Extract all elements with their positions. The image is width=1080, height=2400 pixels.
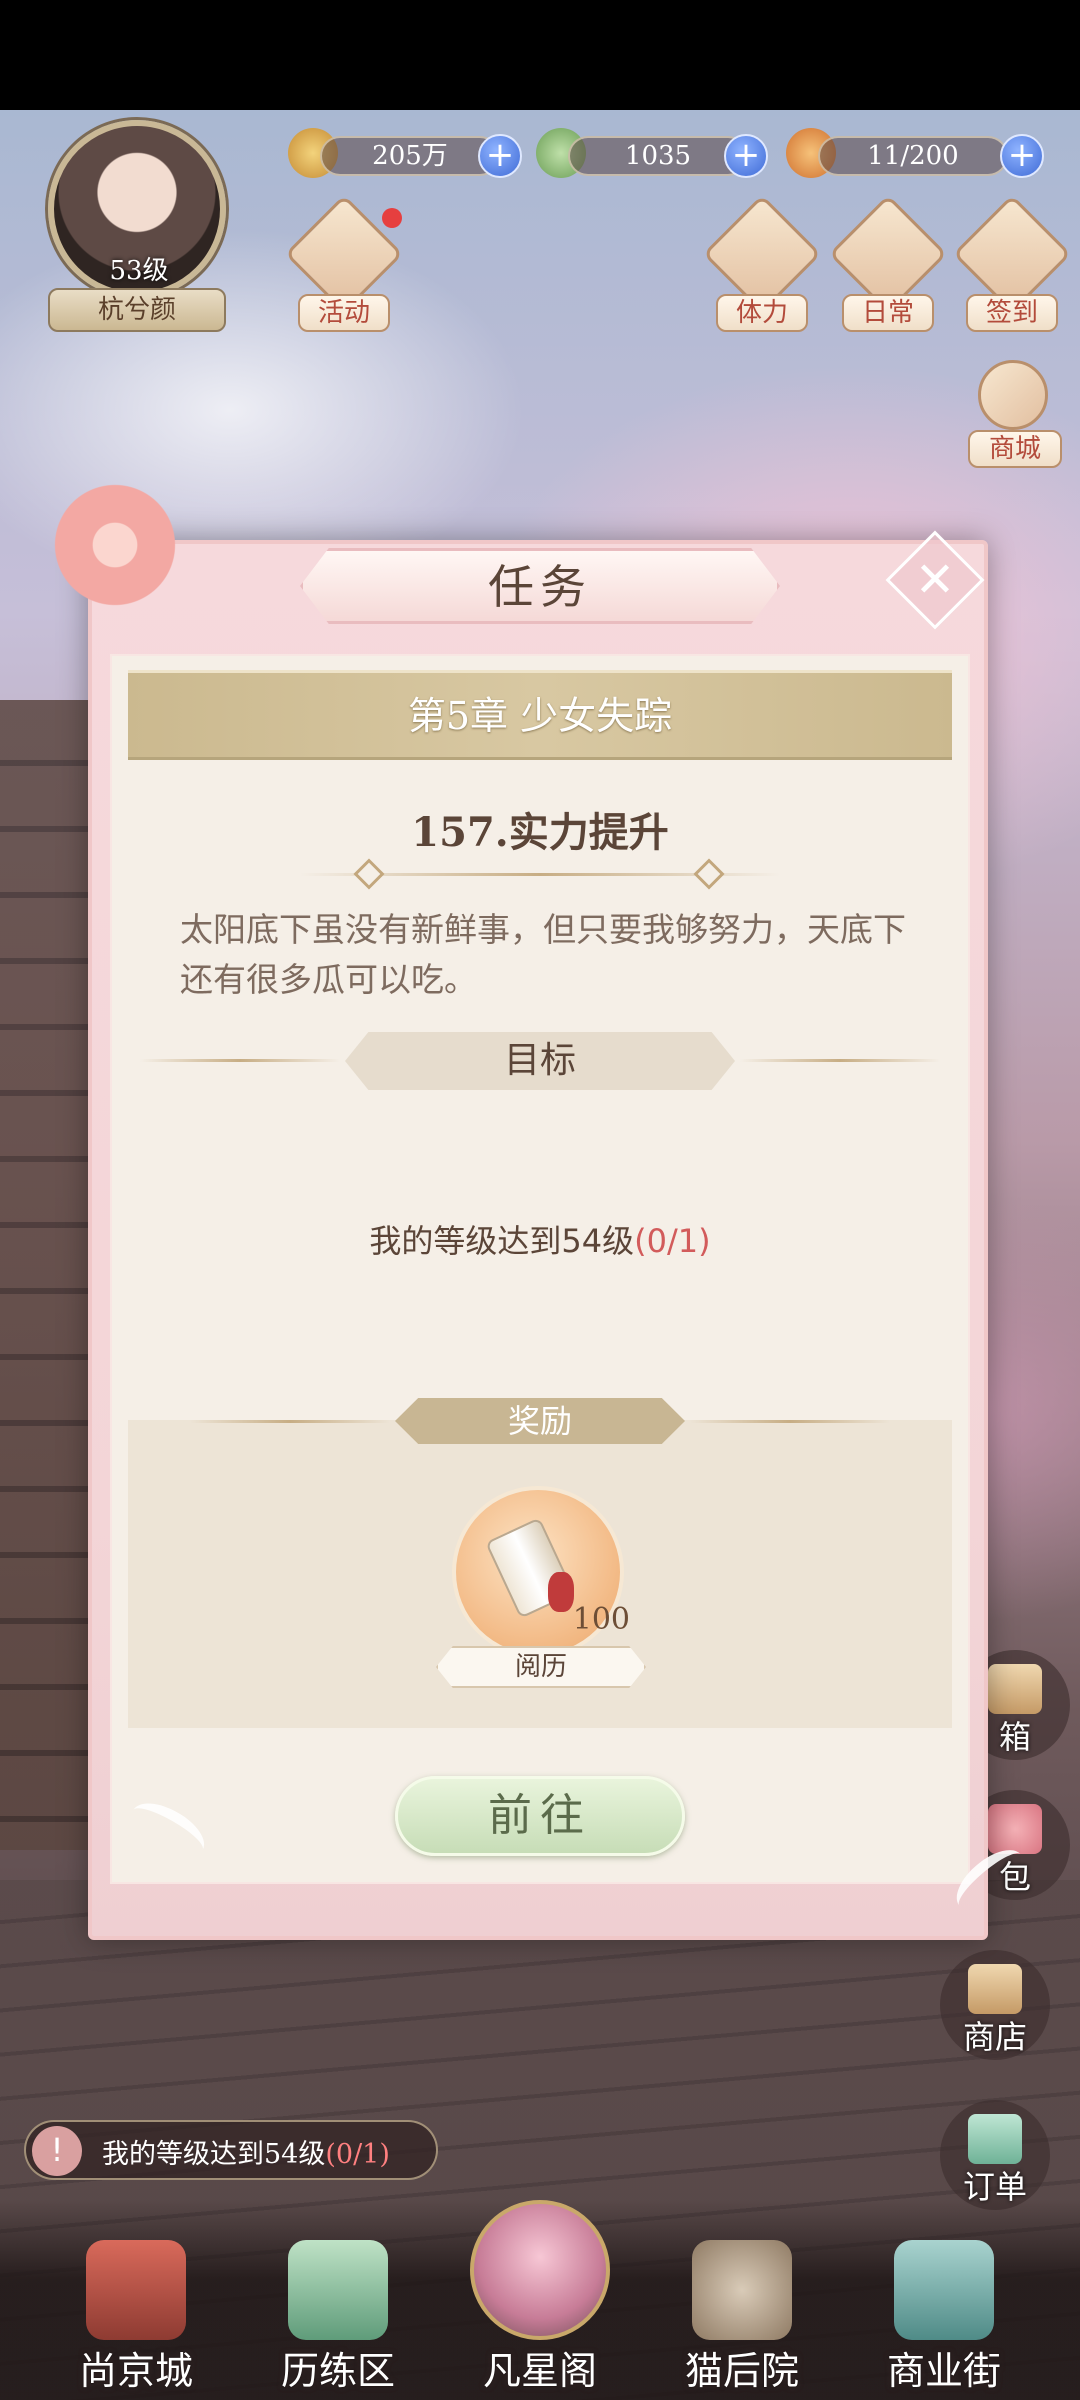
shop-label: 商城: [968, 430, 1062, 468]
activity-label: 活动: [298, 294, 390, 332]
shop-icon: [978, 360, 1048, 430]
nav-shangjing-label: 尚京城: [78, 2349, 193, 2393]
task-tracker[interactable]: ! 我的等级达到54级(0/1): [24, 2120, 438, 2180]
gate-icon: [894, 2240, 994, 2340]
notification-dot: [382, 208, 402, 228]
reward-divider-right: [690, 1420, 890, 1423]
orders-icon: [968, 2114, 1022, 2164]
checkin-button[interactable]: 签到: [952, 194, 1072, 332]
add-jade-button[interactable]: +: [724, 134, 768, 178]
tracker-text: 我的等级达到54级(0/1): [102, 2132, 390, 2171]
nav-training[interactable]: 历练区: [258, 2240, 418, 2393]
reward-name: 阅历: [436, 1646, 646, 1688]
reward-header: 奖励: [395, 1398, 685, 1444]
tracker-goal: 我的等级达到54级: [102, 2139, 326, 2170]
nav-training-label: 历练区: [280, 2349, 395, 2393]
dialog-title: 任务: [300, 548, 780, 624]
stamina-value: 11/200: [867, 141, 959, 171]
nav-market[interactable]: 商业街: [864, 2240, 1024, 2393]
orders-button[interactable]: 订单: [940, 2100, 1050, 2210]
goal-divider-left: [140, 1059, 340, 1062]
palace-icon: [86, 2240, 186, 2340]
coin-counter: 205万: [320, 136, 500, 176]
nav-cat-label: 猫后院: [684, 2349, 799, 2393]
go-button[interactable]: 前往: [395, 1776, 685, 1856]
reward-count: 100: [572, 1602, 630, 1637]
coin-value: 205万: [372, 141, 448, 171]
stamina-counter: 11/200: [818, 136, 1008, 176]
jade-counter: 1035: [568, 136, 748, 176]
goal-progress: (0/1): [634, 1222, 711, 1260]
flower-decoration: [40, 480, 190, 610]
checkin-label: 签到: [966, 294, 1058, 332]
cherry-tree-icon: [470, 2200, 610, 2340]
jade-value: 1035: [624, 141, 692, 171]
reward-divider-left: [190, 1420, 390, 1423]
activity-button[interactable]: 活动: [284, 194, 404, 332]
goal-text: 我的等级达到54级(0/1): [200, 1216, 880, 1262]
goal-description: 我的等级达到54级: [369, 1222, 635, 1260]
nav-fanxing[interactable]: 凡星阁: [460, 2200, 620, 2393]
alert-icon: !: [32, 2126, 82, 2176]
goal-divider-right: [740, 1059, 940, 1062]
bag-icon: [988, 1804, 1042, 1854]
cat-icon: [692, 2240, 792, 2340]
chapter-title: 第5章 少女失踪: [128, 670, 952, 760]
add-stamina-button[interactable]: +: [1000, 134, 1044, 178]
player-name: 杭兮颜: [48, 288, 226, 332]
nav-fanxing-label: 凡星阁: [482, 2349, 597, 2393]
mountain-icon: [288, 2240, 388, 2340]
close-icon: ✕: [914, 552, 956, 608]
daily-label: 日常: [842, 294, 934, 332]
nav-shangjing[interactable]: 尚京城: [56, 2240, 216, 2393]
store-button[interactable]: 商店: [940, 1950, 1050, 2060]
task-description: 太阳底下虽没有新鲜事，但只要我够努力，天底下还有很多瓜可以吃。: [180, 910, 906, 999]
daily-button[interactable]: 日常: [828, 194, 948, 332]
player-level: 53级: [109, 256, 169, 286]
mailbox-icon: [988, 1664, 1042, 1714]
store-label: 商店: [962, 2018, 1027, 2056]
stamina-label: 体力: [716, 294, 808, 332]
store-icon: [968, 1964, 1022, 2014]
add-coin-button[interactable]: +: [478, 134, 522, 178]
shop-button[interactable]: 商城: [960, 360, 1070, 470]
task-name: 157.实力提升: [411, 809, 669, 856]
stamina-button[interactable]: 体力: [702, 194, 822, 332]
nav-market-label: 商业街: [886, 2349, 1001, 2393]
goal-header: 目标: [345, 1032, 735, 1090]
tracker-progress: (0/1): [325, 2139, 390, 2170]
nav-cat[interactable]: 猫后院: [662, 2240, 822, 2393]
